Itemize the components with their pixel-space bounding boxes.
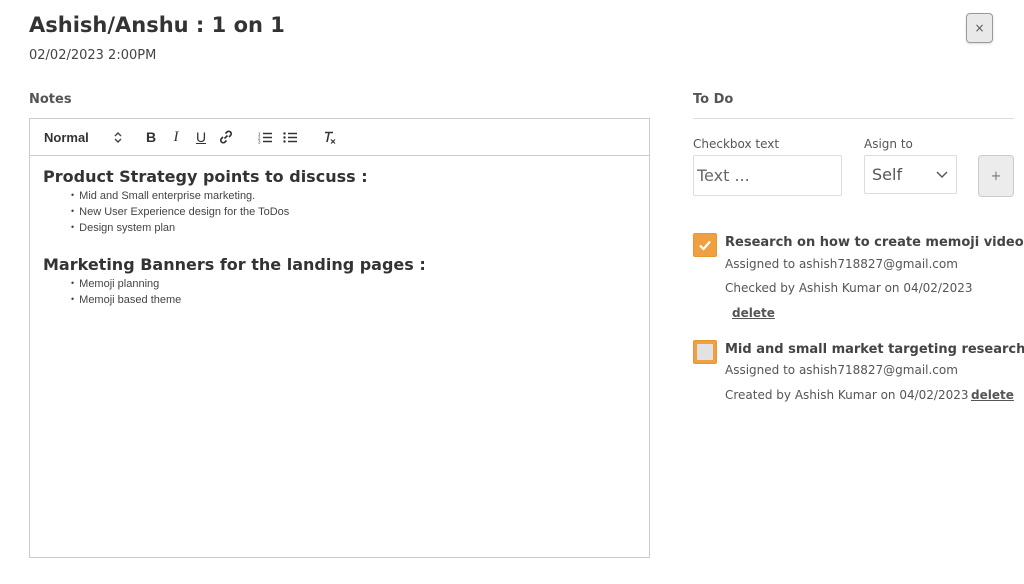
- todo-checkbox[interactable]: [693, 233, 717, 257]
- list-item: Design system plan: [71, 220, 636, 236]
- assign-label: Asign to: [864, 137, 913, 151]
- meeting-datetime: 02/02/2023 2:00PM: [29, 48, 157, 63]
- link-button[interactable]: [217, 128, 235, 146]
- plus-icon: +: [990, 168, 1002, 184]
- todo-status: Created by Ashish Kumar on 04/02/2023: [725, 388, 969, 402]
- delete-link[interactable]: delete: [971, 388, 1014, 402]
- link-icon: [220, 130, 232, 144]
- list-item: Mid and Small enterprise marketing.: [71, 188, 636, 204]
- assign-select[interactable]: Self: [864, 155, 957, 194]
- todo-status: Checked by Ashish Kumar on 04/02/2023: [725, 281, 973, 295]
- list-item: Memoji planning: [71, 276, 636, 292]
- clear-format-icon: [324, 131, 335, 144]
- add-todo-button[interactable]: +: [978, 155, 1014, 197]
- list-item: New User Experience design for the ToDos: [71, 204, 636, 220]
- ordered-list-icon: 123: [258, 131, 272, 144]
- format-select-value: Normal: [44, 129, 89, 145]
- notes-editor[interactable]: Normal B I U 123 Product Strategy points…: [29, 118, 650, 558]
- chevron-down-icon: [936, 171, 948, 178]
- notes-heading: Marketing Banners for the landing pages …: [43, 255, 426, 274]
- todo-assigned: Assigned to ashish718827@gmail.com: [725, 363, 958, 377]
- format-select[interactable]: Normal: [44, 130, 122, 145]
- ordered-list-button[interactable]: 123: [256, 128, 274, 146]
- notes-label: Notes: [29, 92, 72, 107]
- todo-title: Mid and small market targeting research: [725, 342, 1024, 357]
- assign-select-value: Self: [872, 165, 903, 184]
- close-button[interactable]: ×: [966, 13, 993, 43]
- editor-toolbar: Normal B I U 123: [30, 119, 649, 156]
- delete-link[interactable]: delete: [732, 306, 775, 320]
- checkmark-icon: [699, 240, 711, 251]
- select-arrows-icon: [114, 131, 122, 143]
- clear-format-button[interactable]: [320, 128, 338, 146]
- svg-text:3: 3: [258, 139, 261, 144]
- todo-item: Research on how to create memoji videos …: [693, 233, 1024, 323]
- todo-item: Mid and small market targeting research …: [693, 340, 1024, 410]
- checkbox-text-label: Checkbox text: [693, 137, 780, 151]
- notes-list: Memoji planning Memoji based theme: [43, 276, 636, 308]
- underline-button[interactable]: U: [192, 128, 210, 146]
- checkbox-inner: [697, 344, 713, 360]
- bullet-list-button[interactable]: [281, 128, 299, 146]
- underline-icon: U: [195, 129, 207, 145]
- italic-button[interactable]: I: [167, 128, 185, 146]
- bold-icon: B: [145, 129, 157, 145]
- bullet-list-icon: [282, 131, 297, 143]
- todo-label: To Do: [693, 92, 734, 107]
- checkbox-text-input[interactable]: [693, 155, 842, 196]
- notes-list: Mid and Small enterprise marketing. New …: [43, 188, 636, 236]
- todo-assigned: Assigned to ashish718827@gmail.com: [725, 257, 958, 271]
- list-item: Memoji based theme: [71, 292, 636, 308]
- notes-heading: Product Strategy points to discuss :: [43, 167, 368, 186]
- italic-icon: I: [173, 128, 179, 145]
- todo-checkbox[interactable]: [693, 340, 717, 364]
- todo-divider: [693, 118, 1014, 119]
- bold-button[interactable]: B: [142, 128, 160, 146]
- page-title: Ashish/Anshu : 1 on 1: [29, 13, 285, 37]
- editor-content[interactable]: Product Strategy points to discuss : Mid…: [30, 156, 649, 338]
- close-icon: ×: [974, 21, 985, 35]
- todo-title: Research on how to create memoji videos: [725, 235, 1024, 250]
